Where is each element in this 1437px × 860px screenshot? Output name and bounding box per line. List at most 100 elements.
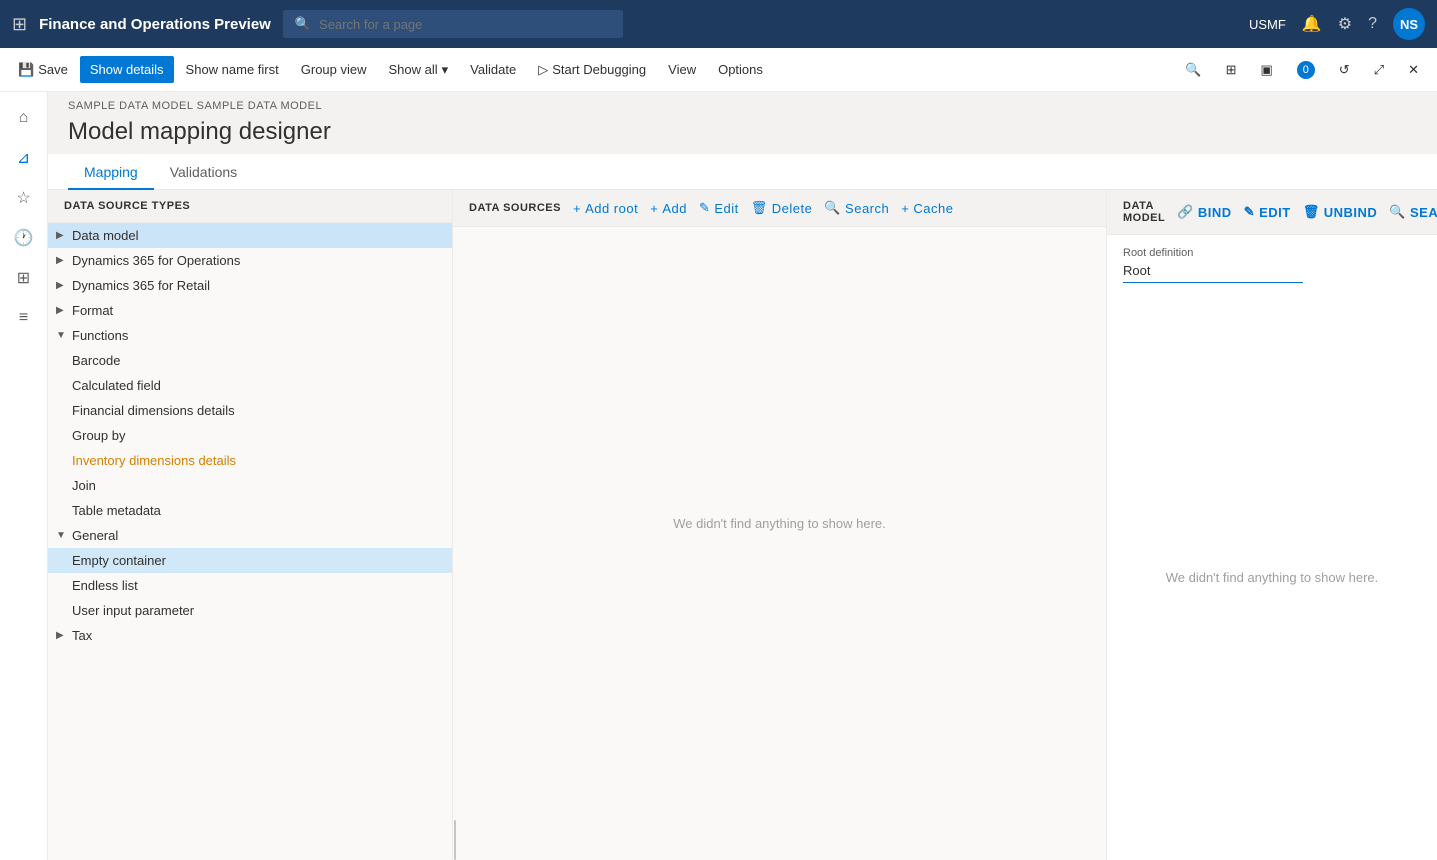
tab-mapping[interactable]: Mapping <box>68 154 154 190</box>
global-search-bar[interactable]: 🔍 <box>283 10 623 38</box>
bind-button[interactable]: 🔗 Bind <box>1177 204 1231 220</box>
bind-icon: 🔗 <box>1177 204 1194 220</box>
nav-right: USMF 🔔 ⚙ ? NS <box>1249 8 1425 40</box>
search-icon: 🔍 <box>824 200 841 216</box>
data-source-types-panel: DATA SOURCE TYPES ▶ Data model ▶ Dynamic… <box>48 190 453 860</box>
resize-handle[interactable] <box>453 820 457 860</box>
notification-icon[interactable]: 🔔 <box>1302 14 1322 34</box>
root-definition-value: Root <box>1123 263 1303 283</box>
tree-item-table-metadata[interactable]: Table metadata <box>48 498 452 523</box>
chevron-down-icon: ▼ <box>56 330 72 341</box>
close-button[interactable]: ✕ <box>1398 56 1429 84</box>
dm-search-button[interactable]: 🔍 Search <box>1389 204 1437 220</box>
tree-item-tax[interactable]: ▶ Tax <box>48 623 452 648</box>
page-title: Model mapping designer <box>48 114 1437 154</box>
validate-button[interactable]: Validate <box>460 56 526 83</box>
options-button[interactable]: Options <box>708 56 773 83</box>
unbind-icon: 🗑 <box>1303 204 1320 220</box>
show-name-first-button[interactable]: Show name first <box>176 56 289 83</box>
main-content: SAMPLE DATA MODEL SAMPLE DATA MODEL Mode… <box>48 92 1437 860</box>
edit-button[interactable]: ✎ Edit <box>699 200 739 216</box>
data-sources-panel: DATA SOURCES + Add root + Add ✎ Edit 🗑 <box>453 190 1107 860</box>
left-sidebar: ⌂ ⊿ ☆ 🕐 ⊞ ≡ <box>0 92 48 860</box>
tree-item-dynamics-retail[interactable]: ▶ Dynamics 365 for Retail <box>48 273 452 298</box>
debug-icon: ▷ <box>538 62 548 78</box>
data-sources-empty-message: We didn't find anything to show here. <box>453 227 1106 820</box>
tree-item-inventory-dimensions[interactable]: Inventory dimensions details <box>48 448 452 473</box>
tree-item-barcode[interactable]: Barcode <box>48 348 452 373</box>
tree-item-empty-container[interactable]: Empty container <box>48 548 452 573</box>
chevron-right-icon: ▶ <box>56 305 72 316</box>
command-bar: 💾 Save Show details Show name first Grou… <box>0 48 1437 92</box>
sidebar-icon-home[interactable]: ⌂ <box>6 100 42 136</box>
top-navigation: ⊞ Finance and Operations Preview 🔍 USMF … <box>0 0 1437 48</box>
data-model-body: Root definition Root <box>1107 235 1437 295</box>
global-search-input[interactable] <box>319 17 611 32</box>
tree-item-format[interactable]: ▶ Format <box>48 298 452 323</box>
tree-item-financial-dimensions[interactable]: Financial dimensions details <box>48 398 452 423</box>
chevron-down-icon: ▾ <box>442 62 449 78</box>
chevron-down-icon: ▼ <box>56 530 72 541</box>
tree-item-data-model[interactable]: ▶ Data model <box>48 223 452 248</box>
panel-icon-button[interactable]: ▣ <box>1250 56 1282 84</box>
add-button[interactable]: + Add <box>650 201 687 216</box>
chevron-right-icon: ▶ <box>56 230 72 241</box>
save-button[interactable]: 💾 Save <box>8 56 78 84</box>
root-definition-label: Root definition <box>1123 247 1421 259</box>
unbind-button[interactable]: 🗑 Unbind <box>1303 204 1378 220</box>
tab-validations[interactable]: Validations <box>154 154 253 190</box>
tree-item-join[interactable]: Join <box>48 473 452 498</box>
chevron-right-icon: ▶ <box>56 280 72 291</box>
tree-item-group-by[interactable]: Group by <box>48 423 452 448</box>
sidebar-icon-recent[interactable]: 🕐 <box>6 220 42 256</box>
add-root-button[interactable]: + Add root <box>573 201 638 216</box>
sidebar-icon-favorites[interactable]: ☆ <box>6 180 42 216</box>
data-model-empty-message: We didn't find anything to show here. <box>1107 295 1437 860</box>
tree-item-calculated-field[interactable]: Calculated field <box>48 373 452 398</box>
search-icon-button[interactable]: 🔍 <box>1175 56 1211 84</box>
search-button[interactable]: 🔍 Search <box>824 200 889 216</box>
chevron-right-icon: ▶ <box>56 255 72 266</box>
grid-icon-button[interactable]: ⊞ <box>1216 56 1247 84</box>
refresh-button[interactable]: ↺ <box>1329 56 1360 84</box>
search-icon: 🔍 <box>295 16 311 32</box>
tree-item-endless-list[interactable]: Endless list <box>48 573 452 598</box>
tree-item-dynamics-operations[interactable]: ▶ Dynamics 365 for Operations <box>48 248 452 273</box>
tree-item-general[interactable]: ▼ General <box>48 523 452 548</box>
start-debugging-button[interactable]: ▷ Start Debugging <box>528 56 656 84</box>
data-sources-header: DATA SOURCES + Add root + Add ✎ Edit 🗑 <box>453 190 1106 227</box>
avatar[interactable]: NS <box>1393 8 1425 40</box>
command-bar-right: 🔍 ⊞ ▣ 0 ↺ ⤢ ✕ <box>1175 55 1429 85</box>
search-icon: 🔍 <box>1389 204 1406 220</box>
tree-container: ▶ Data model ▶ Dynamics 365 for Operatio… <box>48 223 452 860</box>
edit-icon: ✎ <box>699 200 710 216</box>
show-all-button[interactable]: Show all ▾ <box>379 56 459 84</box>
panels: DATA SOURCE TYPES ▶ Data model ▶ Dynamic… <box>48 190 1437 860</box>
plus-icon: + <box>650 201 658 216</box>
delete-icon: 🗑 <box>751 200 768 216</box>
show-details-button[interactable]: Show details <box>80 56 174 83</box>
app-title: Finance and Operations Preview <box>39 16 271 33</box>
sidebar-icon-list[interactable]: ≡ <box>6 300 42 336</box>
waffle-icon[interactable]: ⊞ <box>12 14 27 35</box>
popout-button[interactable]: ⤢ <box>1364 56 1394 84</box>
delete-button[interactable]: 🗑 Delete <box>751 200 813 216</box>
tree-item-functions[interactable]: ▼ Functions <box>48 323 452 348</box>
plus-icon: + <box>573 201 581 216</box>
sidebar-icon-workspace[interactable]: ⊞ <box>6 260 42 296</box>
dm-edit-button[interactable]: ✎ Edit <box>1244 204 1291 220</box>
group-view-button[interactable]: Group view <box>291 56 377 83</box>
data-model-header: DATA MODEL 🔗 Bind ✎ Edit 🗑 Unbind 🔍 <box>1107 190 1437 235</box>
view-button[interactable]: View <box>658 56 706 83</box>
help-icon[interactable]: ? <box>1368 15 1377 33</box>
edit-icon: ✎ <box>1244 204 1255 220</box>
badge-button[interactable]: 0 <box>1287 55 1325 85</box>
settings-icon[interactable]: ⚙ <box>1338 14 1352 34</box>
data-source-types-header: DATA SOURCE TYPES <box>48 190 452 223</box>
sidebar-icon-filter[interactable]: ⊿ <box>6 140 42 176</box>
tabs-bar: Mapping Validations <box>48 154 1437 190</box>
tree-item-user-input-parameter[interactable]: User input parameter <box>48 598 452 623</box>
main-layout: ⌂ ⊿ ☆ 🕐 ⊞ ≡ SAMPLE DATA MODEL SAMPLE DAT… <box>0 92 1437 860</box>
company-code: USMF <box>1249 17 1286 32</box>
cache-button[interactable]: + Cache <box>901 201 953 216</box>
